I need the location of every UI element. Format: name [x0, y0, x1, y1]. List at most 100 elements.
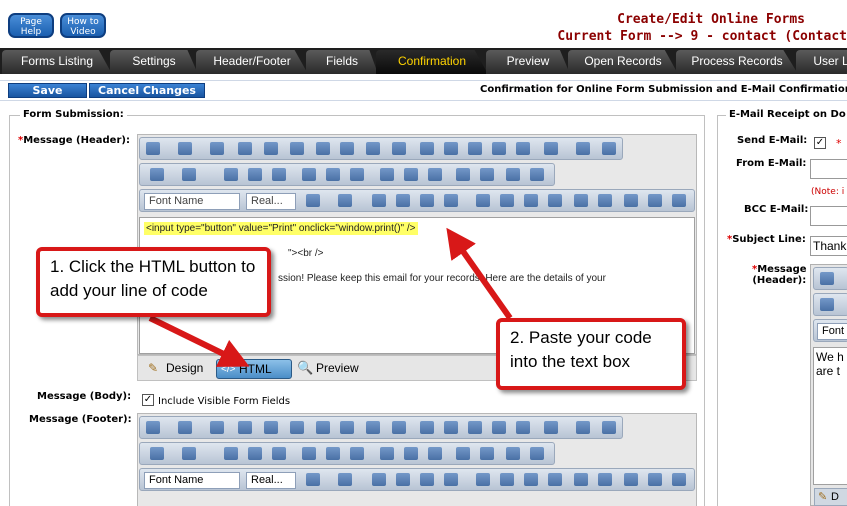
outdent-icon[interactable]	[598, 194, 612, 207]
tab-header-footer[interactable]: Header/Footer	[196, 50, 308, 74]
footer-select-all-icon[interactable]	[350, 447, 364, 460]
design-mode-button[interactable]: ✎ Design	[144, 359, 203, 379]
italic-icon[interactable]	[396, 194, 410, 207]
footer-justify-icon[interactable]	[548, 473, 562, 486]
cancel-changes-button[interactable]: Cancel Changes	[89, 83, 205, 98]
merge-cells-icon[interactable]	[366, 142, 380, 155]
footer-merge-icon[interactable]	[366, 421, 380, 434]
footer-omega-icon[interactable]	[544, 421, 558, 434]
align-left-icon[interactable]	[476, 194, 490, 207]
copy-icon[interactable]	[248, 168, 262, 181]
save-button[interactable]: Save	[8, 83, 87, 98]
tab-user-list[interactable]: User L	[796, 50, 847, 74]
footer-delete-column-icon[interactable]	[316, 421, 330, 434]
font-color-icon[interactable]	[306, 194, 320, 207]
unordered-list-icon[interactable]	[648, 194, 662, 207]
delete-column-icon[interactable]	[316, 142, 330, 155]
cell-icon[interactable]	[340, 142, 354, 155]
align-center-icon[interactable]	[500, 194, 514, 207]
tab-fields[interactable]: Fields	[306, 50, 378, 74]
footer-row-props-icon[interactable]	[444, 421, 458, 434]
split-cells-icon[interactable]	[392, 142, 406, 155]
bold-icon[interactable]	[372, 194, 386, 207]
tab-settings[interactable]: Settings	[110, 50, 198, 74]
image-icon[interactable]	[468, 142, 482, 155]
row-props-icon[interactable]	[444, 142, 458, 155]
footer-format-icon[interactable]	[516, 421, 530, 434]
align-right-icon[interactable]	[524, 194, 538, 207]
undo-icon[interactable]	[150, 168, 164, 181]
right-design-button[interactable]: ✎ D	[814, 488, 847, 506]
footer-find-icon[interactable]	[326, 447, 340, 460]
find-icon[interactable]	[326, 168, 340, 181]
footer-table-props-icon[interactable]	[264, 421, 278, 434]
footer-align-right-icon[interactable]	[524, 473, 538, 486]
tab-forms-listing[interactable]: Forms Listing	[2, 50, 112, 74]
redo-icon[interactable]	[182, 168, 196, 181]
footer-unlink-icon[interactable]	[530, 447, 544, 460]
footer-document-icon[interactable]	[380, 447, 394, 460]
bcc-email-input[interactable]	[810, 206, 847, 226]
edit-icon[interactable]	[492, 142, 506, 155]
column-props-icon[interactable]	[420, 142, 434, 155]
unlink-icon[interactable]	[530, 168, 544, 181]
footer-highlight-icon[interactable]	[338, 473, 352, 486]
link-icon[interactable]	[506, 168, 520, 181]
tab-open-records[interactable]: Open Records	[568, 50, 678, 74]
spellcheck-icon[interactable]	[146, 142, 160, 155]
footer-redo-icon[interactable]	[182, 447, 196, 460]
print-icon[interactable]	[302, 168, 316, 181]
tab-preview[interactable]: Preview	[486, 50, 570, 74]
footer-edit-icon[interactable]	[492, 421, 506, 434]
omega-symbol-icon[interactable]	[544, 142, 558, 155]
footer-italic-icon[interactable]	[396, 473, 410, 486]
strikethrough-icon[interactable]	[444, 194, 458, 207]
font-name-select[interactable]: Font Name	[144, 193, 240, 210]
footer-insert-row-icon[interactable]	[210, 421, 224, 434]
close-icon[interactable]	[602, 142, 616, 155]
footer-outdent-icon[interactable]	[598, 473, 612, 486]
footer-bold-icon[interactable]	[372, 473, 386, 486]
footer-copy-icon[interactable]	[248, 447, 262, 460]
form-icon[interactable]	[456, 168, 470, 181]
list-icon[interactable]	[672, 194, 686, 207]
insert-row-icon[interactable]	[210, 142, 224, 155]
insert-column-icon[interactable]	[290, 142, 304, 155]
ordered-list-icon[interactable]	[624, 194, 638, 207]
footer-table-icon[interactable]	[178, 421, 192, 434]
subject-line-input[interactable]: Thank	[810, 236, 847, 256]
footer-cell-icon[interactable]	[340, 421, 354, 434]
tab-process-records[interactable]: Process Records	[676, 50, 798, 74]
format-icon[interactable]	[516, 142, 530, 155]
footer-hr-icon[interactable]	[428, 447, 442, 460]
highlight-icon[interactable]	[338, 194, 352, 207]
footer-ol-icon[interactable]	[624, 473, 638, 486]
tab-confirmation[interactable]: Confirmation	[376, 50, 488, 74]
footer-insert-column-icon[interactable]	[290, 421, 304, 434]
footer-link-icon[interactable]	[506, 447, 520, 460]
cut-icon[interactable]	[224, 168, 238, 181]
send-email-checkbox[interactable]: ✓	[814, 137, 826, 149]
footer-close-icon[interactable]	[602, 421, 616, 434]
footer-paragraph-icon[interactable]	[404, 447, 418, 460]
right-spellcheck-icon[interactable]	[820, 272, 834, 285]
clear-format-icon[interactable]	[576, 142, 590, 155]
justify-icon[interactable]	[548, 194, 562, 207]
footer-print-icon[interactable]	[302, 447, 316, 460]
page-help-button[interactable]: Page Help	[8, 13, 54, 38]
right-undo-icon[interactable]	[820, 298, 834, 311]
footer-align-center-icon[interactable]	[500, 473, 514, 486]
footer-col-props-icon[interactable]	[420, 421, 434, 434]
how-to-video-button[interactable]: How to Video	[60, 13, 106, 38]
preview-mode-button[interactable]: 🔍 Preview	[294, 359, 359, 379]
footer-font-color-icon[interactable]	[306, 473, 320, 486]
footer-list-icon[interactable]	[672, 473, 686, 486]
footer-underline-icon[interactable]	[420, 473, 434, 486]
footer-paste-icon[interactable]	[272, 447, 286, 460]
horizontal-rule-icon[interactable]	[428, 168, 442, 181]
footer-font-size-select[interactable]: Real...	[246, 472, 296, 489]
include-visible-checkbox[interactable]: ✓	[142, 394, 154, 406]
select-all-icon[interactable]	[350, 168, 364, 181]
footer-image-icon[interactable]	[468, 421, 482, 434]
paragraph-icon[interactable]	[404, 168, 418, 181]
